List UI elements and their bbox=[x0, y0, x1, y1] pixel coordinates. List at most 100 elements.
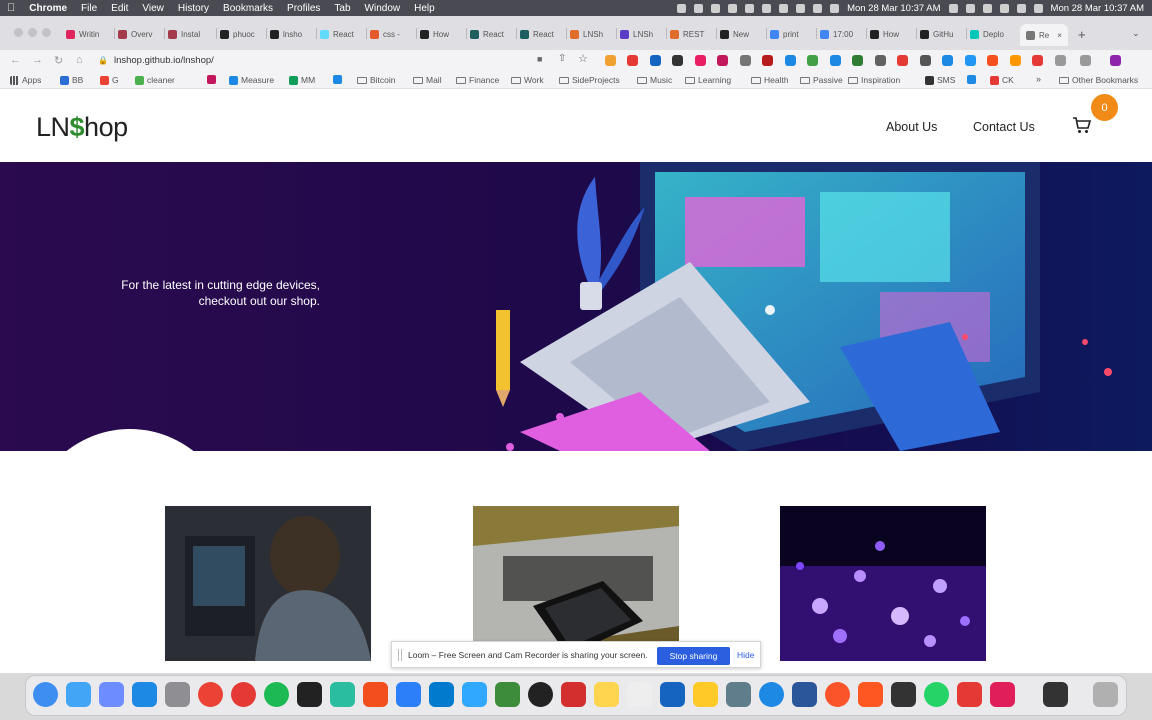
bookmark-item[interactable]: cleaner bbox=[135, 75, 175, 85]
menu-help[interactable]: Help bbox=[407, 3, 442, 14]
site-logo[interactable]: LN$hop bbox=[36, 112, 128, 143]
bookmark-item[interactable] bbox=[207, 75, 219, 84]
menu-edit[interactable]: Edit bbox=[104, 3, 135, 14]
extension-icon[interactable] bbox=[650, 55, 661, 66]
pycharm-icon[interactable] bbox=[330, 682, 355, 707]
menu-history[interactable]: History bbox=[171, 3, 216, 14]
preview-icon[interactable] bbox=[726, 682, 751, 707]
bookmark-item[interactable]: Measure bbox=[229, 75, 274, 85]
bookmark-item[interactable]: Finance bbox=[456, 75, 499, 85]
home-icon[interactable]: ⌂ bbox=[76, 54, 83, 66]
brave-icon[interactable] bbox=[825, 682, 850, 707]
extension-icon[interactable] bbox=[897, 55, 908, 66]
slack-icon[interactable] bbox=[990, 682, 1015, 707]
status-icon[interactable] bbox=[830, 3, 840, 13]
close-window-icon[interactable] bbox=[14, 28, 23, 37]
zoom-window-icon[interactable] bbox=[42, 28, 51, 37]
cart-count-badge[interactable]: 0 bbox=[1091, 94, 1118, 121]
chrome-icon[interactable] bbox=[198, 682, 223, 707]
settings-icon[interactable] bbox=[165, 682, 190, 707]
bookmark-item[interactable]: Bitcoin bbox=[357, 75, 396, 85]
bookmark-star-icon[interactable]: ☆ bbox=[578, 52, 588, 65]
scripts-icon[interactable] bbox=[495, 682, 520, 707]
bookmarks-more-button[interactable]: » bbox=[1036, 74, 1041, 84]
extension-icon[interactable] bbox=[785, 55, 796, 66]
bookmark-item[interactable]: Learning bbox=[685, 75, 731, 85]
extension-icon[interactable] bbox=[695, 55, 706, 66]
browser-tab[interactable]: How bbox=[420, 27, 449, 41]
browser-tab[interactable]: phuoc bbox=[220, 27, 255, 41]
phpstorm-icon[interactable] bbox=[462, 682, 487, 707]
status-icon[interactable] bbox=[728, 3, 738, 13]
bookmark-item[interactable]: Work bbox=[511, 75, 544, 85]
extension-icon[interactable] bbox=[965, 55, 976, 66]
stickies-icon[interactable] bbox=[693, 682, 718, 707]
browser-tab[interactable]: LNSh bbox=[570, 27, 603, 41]
browser-tab[interactable]: Instal bbox=[168, 27, 200, 41]
safari-icon[interactable] bbox=[132, 682, 157, 707]
bookmark-item[interactable]: Apps bbox=[10, 75, 41, 85]
bookmark-item[interactable]: Mail bbox=[413, 75, 442, 85]
status-icon[interactable] bbox=[762, 3, 772, 13]
extension-icon[interactable] bbox=[1110, 55, 1121, 66]
browser-tab[interactable]: Re × bbox=[1020, 24, 1068, 46]
forward-icon[interactable]: → bbox=[32, 54, 43, 66]
minimize-window-icon[interactable] bbox=[28, 28, 37, 37]
control-center-icon[interactable] bbox=[1016, 3, 1026, 13]
powerpoint-icon[interactable] bbox=[957, 682, 982, 707]
browser-tab[interactable]: React bbox=[520, 27, 554, 41]
bookmark-item[interactable]: Music bbox=[637, 75, 672, 85]
figma-icon[interactable] bbox=[363, 682, 388, 707]
menu-bookmarks[interactable]: Bookmarks bbox=[216, 3, 280, 14]
menu-tab[interactable]: Tab bbox=[327, 3, 357, 14]
bookmark-item[interactable]: CK bbox=[990, 75, 1014, 85]
extension-icon[interactable] bbox=[717, 55, 728, 66]
bookmark-item[interactable]: Health bbox=[751, 75, 789, 85]
nav-about-us[interactable]: About Us bbox=[886, 120, 937, 134]
browser-tab[interactable]: Deplo bbox=[970, 27, 1004, 41]
status-icon[interactable] bbox=[745, 3, 755, 13]
cloud-icon[interactable] bbox=[694, 3, 704, 13]
notes-icon[interactable] bbox=[594, 682, 619, 707]
extension-icon[interactable] bbox=[852, 55, 863, 66]
camera-icon[interactable]: ■ bbox=[537, 54, 542, 64]
browser-tab[interactable]: css - bbox=[370, 27, 400, 41]
status-icon[interactable] bbox=[796, 3, 806, 13]
search-icon[interactable] bbox=[999, 3, 1009, 13]
browser-tab[interactable]: React bbox=[470, 27, 504, 41]
app-icon[interactable] bbox=[891, 682, 916, 707]
spotify-icon[interactable] bbox=[264, 682, 289, 707]
browser-tab[interactable]: print bbox=[770, 27, 799, 41]
bookmark-item[interactable]: G bbox=[100, 75, 119, 85]
word-icon[interactable] bbox=[792, 682, 817, 707]
app-icon[interactable] bbox=[858, 682, 883, 707]
stop-sharing-button[interactable]: Stop sharing bbox=[657, 647, 730, 665]
siri-icon[interactable] bbox=[1033, 3, 1043, 13]
opera-icon[interactable] bbox=[231, 682, 256, 707]
other-bookmarks-folder[interactable]: Other Bookmarks bbox=[1059, 75, 1138, 85]
extension-icon[interactable] bbox=[807, 55, 818, 66]
clock-icon[interactable] bbox=[528, 682, 553, 707]
app-icon[interactable] bbox=[561, 682, 586, 707]
menu-window[interactable]: Window bbox=[358, 3, 408, 14]
product-tile-fiber-optics[interactable] bbox=[780, 506, 986, 661]
bookmark-item[interactable]: SMS bbox=[925, 75, 955, 85]
menu-datetime[interactable]: Mon 28 Mar 10:37 AM bbox=[847, 3, 940, 14]
apple-icon[interactable]:  bbox=[0, 2, 22, 14]
bluetooth-icon[interactable] bbox=[948, 3, 958, 13]
share-icon[interactable]: ⇧ bbox=[558, 53, 566, 64]
extension-icon[interactable] bbox=[987, 55, 998, 66]
url-text[interactable]: lnshop.github.io/lnshop/ bbox=[114, 55, 214, 66]
close-tab-icon[interactable]: × bbox=[1057, 31, 1062, 40]
extension-icon[interactable] bbox=[762, 55, 773, 66]
tab-search-chevron-icon[interactable]: ⌄ bbox=[1132, 28, 1140, 39]
reload-icon[interactable]: ↻ bbox=[54, 54, 63, 67]
menu-datetime-right[interactable]: Mon 28 Mar 10:37 AM bbox=[1051, 3, 1144, 14]
status-icon[interactable] bbox=[711, 3, 721, 13]
bookmark-item[interactable]: BB bbox=[60, 75, 83, 85]
bookmark-item[interactable]: MM bbox=[289, 75, 315, 85]
back-icon[interactable]: ← bbox=[10, 54, 21, 66]
vscode-icon[interactable] bbox=[429, 682, 454, 707]
browser-tab[interactable]: lnsho bbox=[270, 27, 302, 41]
lock-icon[interactable]: 🔒 bbox=[98, 56, 108, 65]
